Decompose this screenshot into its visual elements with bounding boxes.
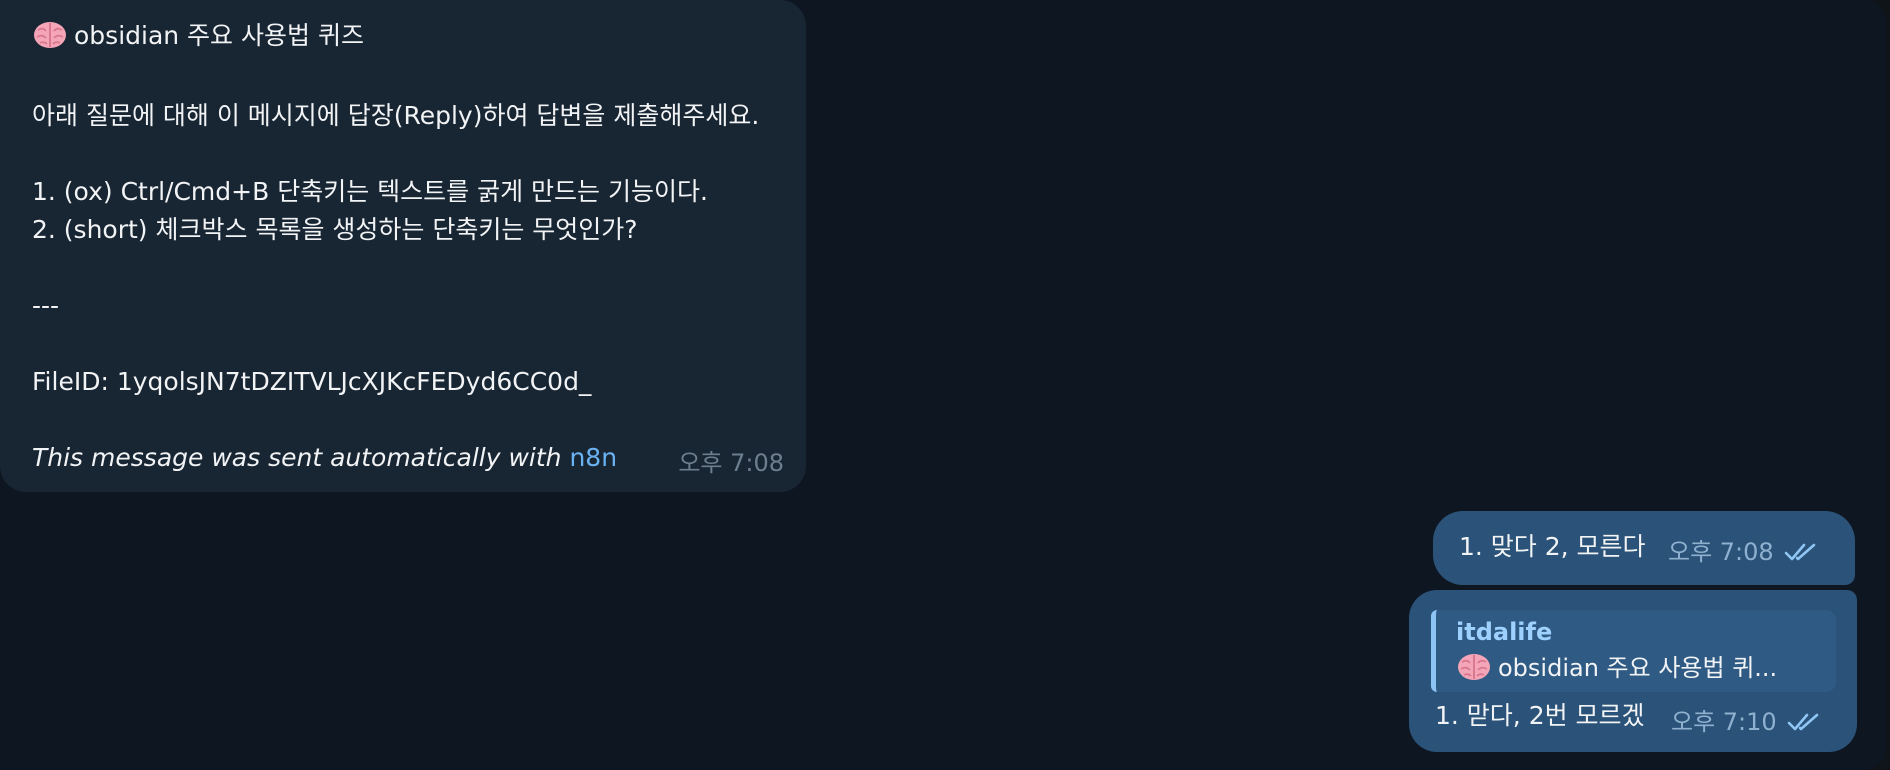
message-title-line: obsidian 주요 사용법 퀴즈 [32, 20, 364, 52]
automation-footer: This message was sent automatically with… [32, 442, 617, 474]
automation-footer-text: This message was sent automatically with [32, 443, 562, 472]
message-timestamp: 오후 7:08 [678, 449, 784, 477]
quiz-question-2: 2. (short) 체크박스 목록을 생성하는 단축키는 무엇인가? [32, 215, 638, 244]
message-timestamp: 오후 7:08 [1668, 538, 1774, 566]
brain-emoji-icon [34, 22, 66, 48]
message-meta: 오후 7:10 [1671, 706, 1823, 738]
outgoing-message-text: 1. 맞다 2, 모른다 [1459, 532, 1646, 561]
message-separator: --- [32, 291, 60, 320]
reply-snippet-line: obsidian 주요 사용법 퀴... [1456, 652, 1777, 684]
screen: obsidian 주요 사용법 퀴즈 아래 질문에 대해 이 메시지에 답장(R… [0, 0, 1890, 770]
message-meta: 오후 7:08 [1668, 536, 1820, 568]
reply-snippet: obsidian 주요 사용법 퀴... [1498, 654, 1778, 682]
chat-history[interactable]: obsidian 주요 사용법 퀴즈 아래 질문에 대해 이 메시지에 답장(R… [0, 0, 1886, 770]
outgoing-message-text: 1. 맏다, 2번 모르겠 [1435, 701, 1645, 730]
reply-author: itdalife [1456, 618, 1553, 646]
brain-emoji-icon [1458, 654, 1490, 680]
outgoing-reply-bubble[interactable]: itdalife obsidian 주요 사용법 퀴... 1. 맏다, 2번 … [1409, 590, 1857, 752]
message-instruction: 아래 질문에 대해 이 메시지에 답장(Reply)하여 답변을 제출해주세요. [32, 101, 760, 130]
quiz-question-1: 1. (ox) Ctrl/Cmd+B 단축키는 텍스트를 굵게 만드는 기능이다… [32, 177, 708, 206]
n8n-link[interactable]: n8n [569, 443, 617, 472]
outgoing-message-bubble[interactable]: 1. 맞다 2, 모른다 오후 7:08 [1433, 511, 1855, 585]
reply-quote[interactable]: itdalife obsidian 주요 사용법 퀴... [1431, 610, 1836, 692]
message-timestamp: 오후 7:10 [1671, 708, 1777, 736]
file-id-text: FileID: 1yqolsJN7tDZITVLJcXJKcFEDyd6CC0d… [32, 367, 592, 396]
double-check-icon [1787, 713, 1818, 731]
double-check-icon [1784, 543, 1815, 561]
message-title: obsidian 주요 사용법 퀴즈 [74, 21, 364, 50]
incoming-message-bubble[interactable]: obsidian 주요 사용법 퀴즈 아래 질문에 대해 이 메시지에 답장(R… [0, 0, 806, 492]
